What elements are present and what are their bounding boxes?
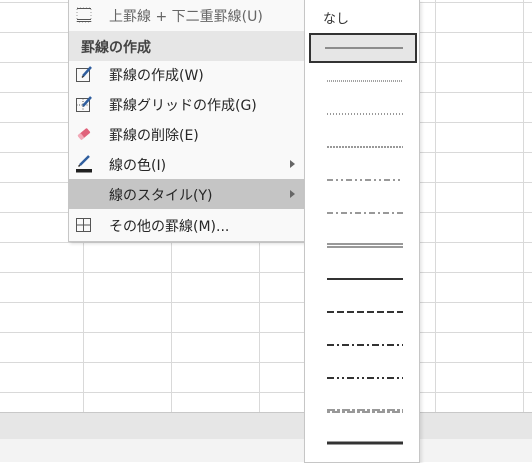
menu-item-top-double-bottom-border[interactable]: 上罫線 + 下二重罫線(U) (69, 0, 305, 30)
eraser-icon (75, 125, 93, 143)
thin-solid-line-icon (325, 47, 403, 49)
line-style-submenu: なし (304, 0, 420, 463)
line-style-thick-solid[interactable] (309, 429, 417, 459)
hair-dotted-line-icon (327, 80, 403, 82)
section-header-draw-borders: 罫線の作成 (69, 31, 305, 61)
line-style-dotted[interactable] (309, 99, 417, 129)
double-line-icon (327, 243, 403, 248)
medium-dash-dot-dot-line-icon (327, 377, 403, 379)
medium-dashed-line-icon (327, 311, 403, 313)
menu-item-label: 線のスタイル(Y) (109, 188, 213, 204)
line-style-dash-dot-dot[interactable] (309, 165, 417, 195)
menu-item-draw-border-grid[interactable]: 罫線グリッドの作成(G) (69, 89, 305, 119)
thick-solid-line-icon (327, 441, 403, 445)
menu-item-label: 罫線の作成(W) (109, 68, 204, 84)
window-bottom-area (0, 439, 532, 462)
dash-dot-line-icon (327, 212, 403, 214)
line-style-hair-dotted[interactable] (309, 66, 417, 96)
line-style-medium-dash-dot-dot[interactable] (309, 363, 417, 393)
line-style-slant-dash-dot[interactable] (309, 396, 417, 426)
submenu-arrow-icon (290, 190, 295, 198)
menu-item-label: 線の色(I) (109, 158, 167, 174)
menu-item-more-borders[interactable]: その他の罫線(M)... (69, 210, 305, 240)
top-double-bottom-border-icon (75, 6, 93, 24)
menu-item-label: 罫線の削除(E) (109, 128, 199, 144)
line-style-double[interactable] (309, 231, 417, 261)
line-style-medium-dashed[interactable] (309, 297, 417, 327)
line-color-icon (75, 155, 93, 173)
borders-menu: 上罫線 + 下二重罫線(U) 罫線の作成 罫線の作成(W) 罫線グリッドの作成(… (68, 0, 306, 242)
draw-border-icon (75, 65, 93, 83)
menu-item-label: その他の罫線(M)... (109, 219, 230, 235)
menu-item-erase-border[interactable]: 罫線の削除(E) (69, 119, 305, 149)
menu-item-label: 罫線グリッドの作成(G) (109, 98, 257, 114)
draw-border-grid-icon (75, 95, 93, 113)
status-bar (0, 412, 532, 439)
line-style-medium-solid[interactable] (309, 264, 417, 294)
menu-item-line-color[interactable]: 線の色(I) (69, 149, 305, 179)
line-style-none[interactable]: なし (323, 8, 349, 27)
section-header-label: 罫線の作成 (81, 40, 151, 56)
submenu-arrow-icon (290, 160, 295, 168)
line-style-dash-dot[interactable] (309, 198, 417, 228)
line-style-medium-dash-dot[interactable] (309, 330, 417, 360)
medium-dash-dot-line-icon (327, 344, 403, 346)
menu-item-label: 上罫線 + 下二重罫線(U) (109, 9, 263, 25)
menu-item-line-style[interactable]: 線のスタイル(Y) (69, 179, 305, 209)
more-borders-icon (75, 216, 93, 234)
fine-dashed-line-icon (327, 146, 403, 148)
medium-solid-line-icon (327, 278, 403, 280)
slant-dash-dot-line-icon (327, 409, 403, 413)
dotted-line-icon (327, 113, 403, 115)
line-style-fine-dashed[interactable] (309, 132, 417, 162)
dash-dot-dot-line-icon (327, 179, 403, 181)
line-style-thin-solid[interactable] (309, 33, 417, 63)
menu-item-draw-border[interactable]: 罫線の作成(W) (69, 59, 305, 89)
